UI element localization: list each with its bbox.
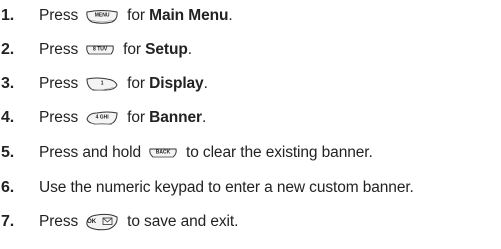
step-text: Press	[39, 213, 79, 230]
step-punctuation: .	[228, 7, 233, 24]
step-number: 3.	[1, 75, 15, 92]
step-punctuation: .	[201, 109, 207, 126]
step-text: to clear the existing banner.	[186, 144, 373, 161]
step-text: for	[123, 41, 141, 58]
step-4: 4. Press 4 GHI for Banner.	[0, 105, 206, 131]
key-label: OK	[87, 219, 97, 225]
key-label: 8 TUV	[93, 46, 108, 53]
key-4-icon: 4 GHI	[85, 110, 119, 127]
key-label: MENU	[94, 12, 110, 19]
step-text: Press	[39, 7, 79, 24]
step-2: 2. Press 8 TUV for Setup.	[0, 37, 192, 63]
step-text: for	[127, 75, 145, 92]
step-number: 7.	[1, 213, 15, 230]
step-text: Press	[39, 75, 79, 92]
instruction-steps: 1. Press MENU for Main Menu. 2. Press 8 …	[0, 0, 501, 249]
ok-key-icon: OK	[85, 213, 119, 232]
step-punctuation: .	[187, 41, 192, 58]
step-number: 6.	[1, 179, 15, 196]
step-number: 1.	[1, 7, 15, 24]
step-text: for	[127, 109, 145, 126]
step-text: for	[127, 7, 145, 24]
key-label: BACK	[155, 149, 171, 156]
menu-target: Banner	[149, 109, 202, 126]
step-text: Press	[39, 41, 79, 58]
step-number: 2.	[1, 41, 15, 58]
step-text: Press	[39, 109, 79, 126]
step-number: 4.	[1, 109, 15, 126]
step-7: 7. Press OK to save and exit.	[0, 209, 238, 235]
step-1: 1. Press MENU for Main Menu.	[0, 3, 233, 29]
menu-target: Setup	[145, 41, 188, 58]
step-text: Use the numeric keypad to enter a new cu…	[39, 179, 414, 196]
key-label: 1	[100, 80, 104, 87]
key-8-icon: 8 TUV	[85, 44, 115, 57]
menu-target: Main Menu	[149, 7, 229, 24]
step-text: Press and hold	[39, 144, 141, 161]
key-label: 4 GHI	[95, 114, 109, 121]
menu-key-icon: MENU	[85, 8, 119, 25]
back-key-icon: BACK	[148, 146, 178, 160]
menu-target: Display	[149, 75, 204, 92]
step-number: 5.	[1, 144, 15, 161]
key-1-icon: 1	[85, 76, 119, 93]
step-3: 3. Press 1 for Display.	[0, 71, 208, 97]
step-6: 6. Use the numeric keypad to enter a new…	[0, 175, 414, 201]
step-5: 5. Press and hold BACK to clear the exis…	[0, 140, 373, 166]
step-text: to save and exit.	[127, 213, 239, 230]
step-punctuation: .	[203, 75, 208, 92]
